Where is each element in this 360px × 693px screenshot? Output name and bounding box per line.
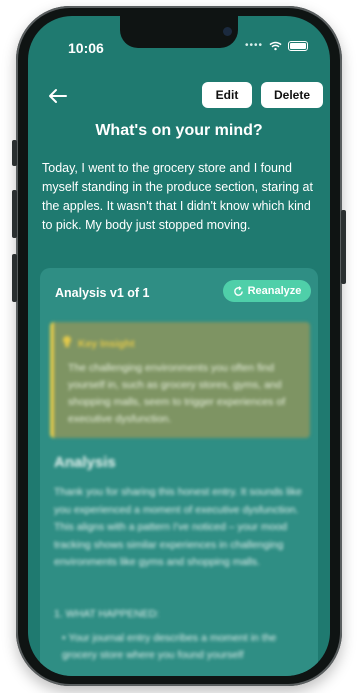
wifi-icon	[269, 41, 282, 50]
phone-volume-down	[12, 254, 17, 302]
reanalyze-button[interactable]: Reanalyze	[223, 280, 311, 302]
edit-button[interactable]: Edit	[202, 82, 252, 108]
analysis-card: Analysis v1 of 1 Reanalyze Key Insight T…	[40, 268, 318, 676]
page-title: What's on your mind?	[95, 122, 263, 139]
phone-power-button	[341, 210, 346, 284]
analysis-body-text: Thank you for sharing this honest entry.…	[54, 486, 302, 568]
status-time: 10:06	[68, 40, 104, 56]
refresh-icon	[233, 285, 243, 296]
phone-volume-up	[12, 190, 17, 238]
key-insight-title: Key Insight	[78, 338, 135, 350]
what-happened-heading: 1. WHAT HAPPENED:	[54, 608, 160, 620]
app-screen: 10:06 •••• Edit Delete What's on your mi…	[28, 16, 330, 676]
delete-button[interactable]: Delete	[261, 82, 323, 108]
what-happened-text: • Your journal entry describes a moment …	[62, 632, 277, 661]
reanalyze-label: Reanalyze	[247, 285, 302, 297]
lightbulb-icon	[63, 336, 71, 347]
key-insight-text: The challenging environments you often f…	[68, 362, 286, 425]
signal-icon: ••••	[244, 40, 263, 51]
camera-icon	[223, 27, 232, 36]
phone-mute-switch	[12, 140, 17, 166]
status-icons: ••••	[245, 40, 308, 51]
notch	[120, 16, 238, 48]
journal-entry-text: Today, I went to the grocery store and I…	[42, 161, 313, 232]
key-insight-box: Key Insight The challenging environments…	[50, 322, 310, 438]
battery-icon	[288, 40, 308, 51]
back-arrow-icon[interactable]	[48, 88, 68, 104]
analysis-section-title: Analysis	[54, 454, 116, 471]
analysis-version-label: Analysis v1 of 1	[55, 286, 150, 300]
